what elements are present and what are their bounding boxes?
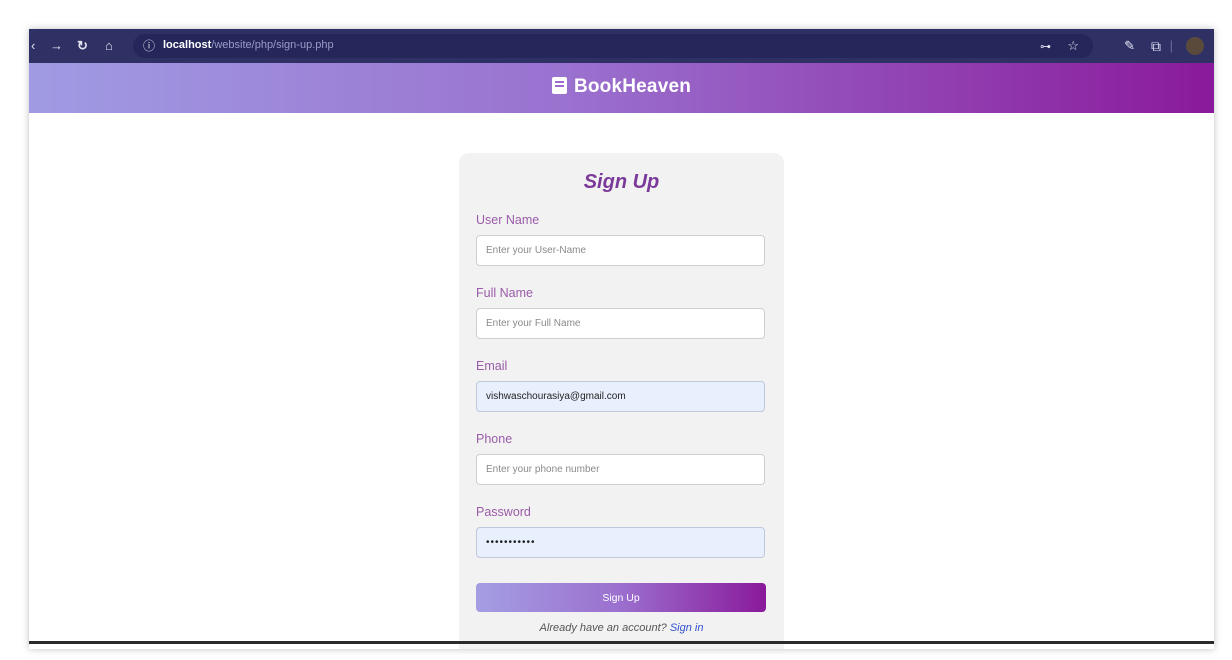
brand-logo[interactable]: BookHeaven [29,76,1214,98]
fullname-input[interactable] [476,308,765,339]
address-bar[interactable]: ⓘ localhost/website/php/sign-up.php ⊶ ☆ [133,34,1093,58]
password-label: Password [476,505,531,519]
phone-input[interactable] [476,454,765,485]
reload-icon[interactable]: ↻ [77,37,88,55]
browser-toolbar: ‹ → ↻ ⌂ ⓘ localhost/website/php/sign-up.… [29,29,1214,63]
brand-name: BookHeaven [573,76,692,97]
toolbar-divider: | [1169,38,1173,53]
site-header: BookHeaven [29,63,1214,113]
password-key-icon[interactable]: ⊶ [1040,38,1051,56]
phone-label: Phone [476,432,513,446]
email-input[interactable] [476,381,765,412]
profile-avatar-icon[interactable] [1186,37,1204,55]
signin-prompt-text: Already have an account? [539,622,667,634]
signup-card: Sign Up User Name Full Name Email Phone … [459,153,784,649]
signup-button[interactable]: Sign Up [476,583,766,612]
username-label: User Name [476,213,540,227]
fullname-label: Full Name [476,286,533,300]
back-arrow-icon[interactable]: ‹ [31,37,35,55]
username-input[interactable] [476,235,765,266]
star-icon[interactable]: ☆ [1067,37,1079,55]
site-info-icon[interactable]: ⓘ [143,37,155,54]
signin-prompt: Already have an account? Sign in [459,622,784,634]
password-input[interactable] [476,527,765,558]
bottom-divider [29,641,1214,644]
url-host: localhost [163,39,212,51]
extension-icon[interactable]: ⧉ [1151,37,1161,55]
signin-link[interactable]: Sign in [670,622,704,634]
pen-icon[interactable]: ✎ [1124,37,1135,55]
forward-arrow-icon[interactable]: → [50,37,63,55]
book-icon [551,77,567,94]
url-path: /website/php/sign-up.php [211,39,334,51]
browser-window: ‹ → ↻ ⌂ ⓘ localhost/website/php/sign-up.… [29,29,1214,649]
email-label: Email [476,359,508,373]
url-text[interactable]: localhost/website/php/sign-up.php [163,39,334,51]
home-icon[interactable]: ⌂ [105,37,113,55]
form-title: Sign Up [583,171,660,193]
